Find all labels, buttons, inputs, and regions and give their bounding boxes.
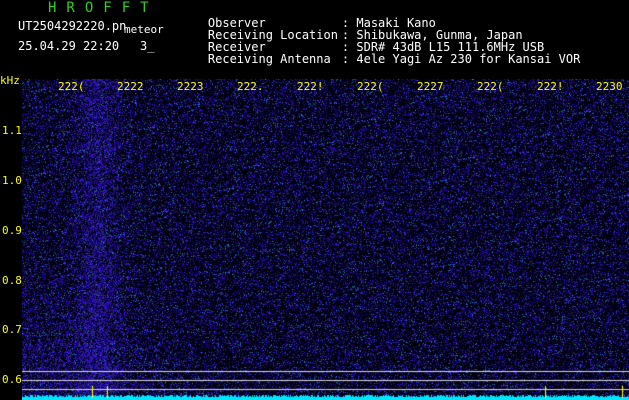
y-tick-1-1: 1.1 [2, 124, 22, 137]
x-tick-2: 2223 [177, 80, 204, 93]
app-title: HROFFT [48, 0, 159, 16]
y-tick-0-6: 0.6 [2, 373, 22, 386]
counter-label: 3_ [140, 39, 155, 53]
meteor-label: meteor [124, 23, 164, 36]
spectrogram-waterfall [22, 79, 629, 400]
y-tick-0-7: 0.7 [2, 323, 22, 336]
x-tick-7: 222( [477, 80, 504, 93]
x-tick-1: 2222 [117, 80, 144, 93]
x-tick-5: 222( [357, 80, 384, 93]
x-tick-4: 222! [297, 80, 324, 93]
y-tick-0-8: 0.8 [2, 274, 22, 287]
y-tick-0-9: 0.9 [2, 224, 22, 237]
y-unit-label: kHz [0, 74, 20, 87]
datetime-label: 25.04.29 22:20 [18, 39, 120, 53]
header-panel: HROFFT UT2504292220.pn meteor 25.04.29 2… [0, 0, 629, 76]
antenna-sep: : [341, 52, 350, 66]
x-tick-0: 222( [58, 80, 85, 93]
x-tick-9: 2230 [596, 80, 623, 93]
antenna-key: Receiving Antenna [207, 52, 331, 66]
antenna-row: Receiving Antenna: 4ele Yagi Az 230 for … [179, 41, 580, 77]
filename-label: UT2504292220.pn [18, 19, 127, 33]
x-tick-6: 2227 [417, 80, 444, 93]
antenna-value: 4ele Yagi Az 230 for Kansai VOR [356, 52, 581, 66]
x-tick-8: 222! [537, 80, 564, 93]
y-tick-1-0: 1.0 [2, 174, 22, 187]
x-tick-3: 222. [237, 80, 264, 93]
